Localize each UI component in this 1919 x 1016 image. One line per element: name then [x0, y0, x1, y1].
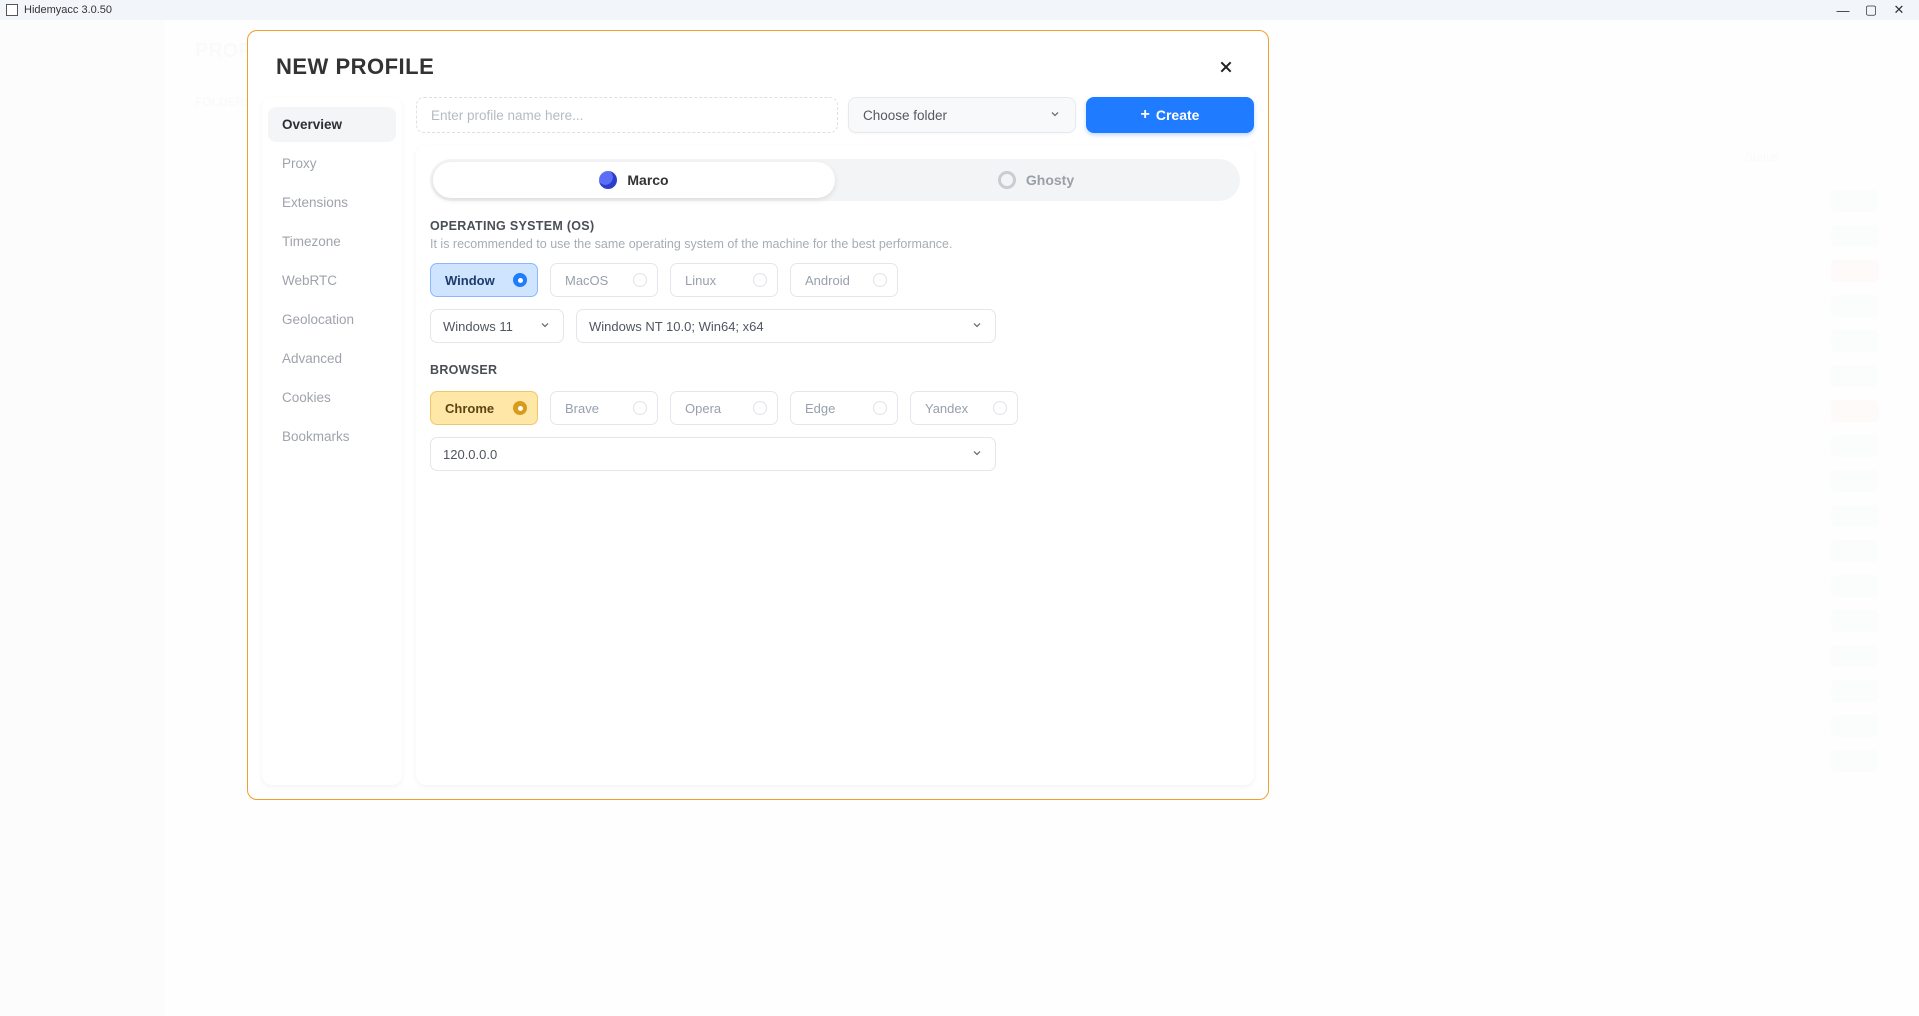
pill-label: Edge: [805, 401, 835, 416]
plus-icon: +: [1141, 107, 1150, 123]
tab-label: WebRTC: [282, 273, 337, 288]
pill-label: Window: [445, 273, 495, 288]
tab-advanced[interactable]: Advanced: [268, 341, 396, 376]
select-value: Windows 11: [443, 319, 513, 334]
ghosty-icon: [998, 171, 1016, 189]
folder-select-label: Choose folder: [863, 108, 947, 123]
tab-timezone[interactable]: Timezone: [268, 224, 396, 259]
tab-label: Cookies: [282, 390, 331, 405]
browser-option-edge[interactable]: Edge: [790, 391, 898, 425]
pill-label: MacOS: [565, 273, 608, 288]
tab-label: Geolocation: [282, 312, 354, 327]
tab-webrtc[interactable]: WebRTC: [268, 263, 396, 298]
chevron-down-icon: [1049, 108, 1061, 123]
tab-proxy[interactable]: Proxy: [268, 146, 396, 181]
pill-label: Opera: [685, 401, 721, 416]
os-option-android[interactable]: Android: [790, 263, 898, 297]
browser-option-opera[interactable]: Opera: [670, 391, 778, 425]
tab-label: Bookmarks: [282, 429, 350, 444]
tab-label: Extensions: [282, 195, 348, 210]
tab-bookmarks[interactable]: Bookmarks: [268, 419, 396, 454]
new-profile-modal: NEW PROFILE Overview Proxy Extensions Ti…: [247, 30, 1269, 800]
os-version-select[interactable]: Windows 11: [430, 309, 564, 343]
window-title: Hidemyacc 3.0.50: [24, 4, 112, 16]
user-agent-select[interactable]: Windows NT 10.0; Win64; x64: [576, 309, 996, 343]
engine-option-marco[interactable]: Marco: [433, 162, 835, 198]
select-value: Windows NT 10.0; Win64; x64: [589, 319, 764, 334]
profile-name-input[interactable]: [416, 97, 838, 133]
modal-title: NEW PROFILE: [276, 54, 434, 80]
browser-option-chrome[interactable]: Chrome: [430, 391, 538, 425]
os-option-window[interactable]: Window: [430, 263, 538, 297]
tab-label: Advanced: [282, 351, 342, 366]
browser-options-row: Chrome Brave Opera Edge: [430, 391, 1240, 425]
os-section-title: OPERATING SYSTEM (OS): [430, 219, 1240, 233]
os-options-row: Window MacOS Linux Android: [430, 263, 1240, 297]
modal-side-tabs: Overview Proxy Extensions Timezone WebRT…: [262, 97, 402, 785]
pill-label: Yandex: [925, 401, 968, 416]
browser-section-title: BROWSER: [430, 363, 1240, 377]
choose-folder-select[interactable]: Choose folder: [848, 97, 1076, 133]
create-button[interactable]: + Create: [1086, 97, 1254, 133]
marco-icon: [599, 171, 617, 189]
window-close-button[interactable]: ✕: [1885, 2, 1913, 18]
chevron-down-icon: [971, 447, 983, 462]
tab-geolocation[interactable]: Geolocation: [268, 302, 396, 337]
os-section-subtitle: It is recommended to use the same operat…: [430, 237, 1240, 251]
radio-icon: [513, 273, 527, 287]
radio-icon: [753, 273, 767, 287]
tab-label: Proxy: [282, 156, 317, 171]
chevron-down-icon: [539, 319, 551, 334]
pill-label: Linux: [685, 273, 716, 288]
window-titlebar: Hidemyacc 3.0.50 — ▢ ✕: [0, 0, 1919, 20]
window-minimize-button[interactable]: —: [1829, 3, 1857, 18]
pill-label: Brave: [565, 401, 599, 416]
engine-option-ghosty[interactable]: Ghosty: [835, 162, 1237, 198]
chevron-down-icon: [971, 319, 983, 334]
app-icon: [6, 4, 18, 16]
close-icon[interactable]: [1212, 53, 1240, 81]
window-maximize-button[interactable]: ▢: [1857, 2, 1885, 18]
tab-extensions[interactable]: Extensions: [268, 185, 396, 220]
radio-icon: [513, 401, 527, 415]
tab-overview[interactable]: Overview: [268, 107, 396, 142]
radio-icon: [753, 401, 767, 415]
pill-label: Chrome: [445, 401, 494, 416]
radio-icon: [993, 401, 1007, 415]
tab-label: Timezone: [282, 234, 341, 249]
radio-icon: [633, 273, 647, 287]
browser-version-select[interactable]: 120.0.0.0: [430, 437, 996, 471]
os-option-macos[interactable]: MacOS: [550, 263, 658, 297]
tab-cookies[interactable]: Cookies: [268, 380, 396, 415]
pill-label: Android: [805, 273, 850, 288]
engine-label: Marco: [627, 172, 668, 188]
radio-icon: [633, 401, 647, 415]
radio-icon: [873, 401, 887, 415]
os-option-linux[interactable]: Linux: [670, 263, 778, 297]
create-button-label: Create: [1156, 107, 1200, 123]
engine-toggle: Marco Ghosty: [430, 159, 1240, 201]
tab-label: Overview: [282, 117, 342, 132]
browser-option-brave[interactable]: Brave: [550, 391, 658, 425]
select-value: 120.0.0.0: [443, 447, 497, 462]
browser-option-yandex[interactable]: Yandex: [910, 391, 1018, 425]
engine-label: Ghosty: [1026, 172, 1074, 188]
radio-icon: [873, 273, 887, 287]
